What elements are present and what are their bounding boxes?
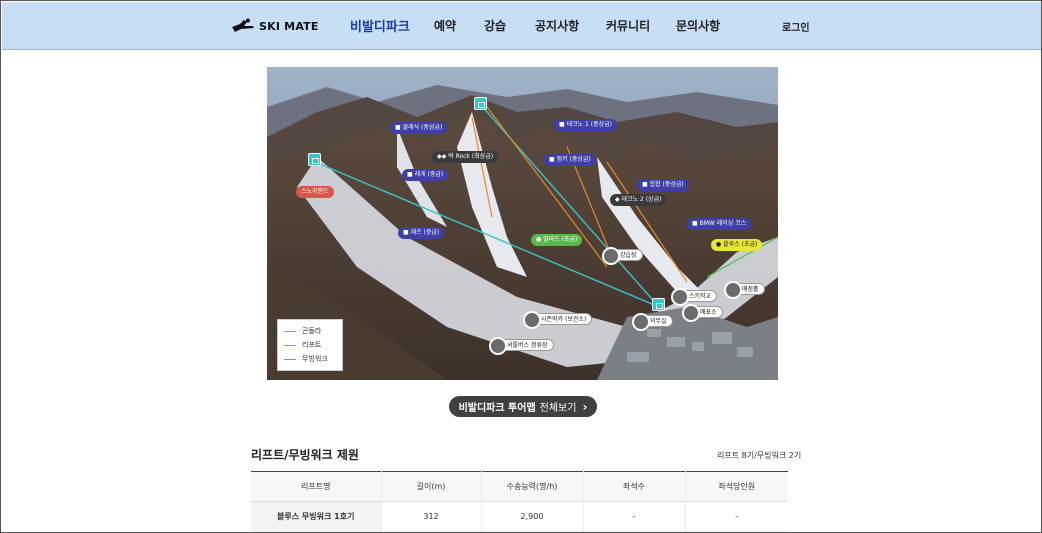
table-row: 블루스 무빙워크 1호기 312 2,900 - - [251,501,788,532]
cell-length: 312 [381,501,482,532]
legend-label-lift: 리프트 [302,341,322,349]
slope-label-hiphop[interactable]: ■ 힙합 (중상급) [637,179,689,191]
slope-label-blues[interactable]: ● 블루스 (초급) [711,239,763,251]
gondola-station-icon [652,298,665,311]
login-link[interactable]: 로그인 [782,19,810,34]
cell-persons-per-seat: - [735,512,739,521]
facility-pin-skischool[interactable]: 스키학교 [670,288,718,306]
tour-map-view-all-button[interactable]: 비발디파크 투어맵 전체보기 › [449,396,597,417]
nav-vivaldi-park[interactable]: 비발디파크 [350,16,410,35]
slope-label-bmw[interactable]: ■ BMW 레이싱 코스 [687,218,752,230]
slope-label-funky[interactable]: ■ 펑키 (중상급) [544,154,596,166]
column-header-length: 길이(m) [381,471,482,502]
nav-notice[interactable]: 공지사항 [535,17,579,34]
cell-lift-name: 블루스 무빙워크 1호기 [251,501,382,532]
slope-label-snowworld[interactable]: 스노위랜드 [296,186,334,198]
column-header-lift-name: 리프트명 [251,471,382,502]
facility-pin-season[interactable]: 시즌락카 (보관소) [522,311,593,329]
legend-label-moving-walk: 무빙워크 [302,355,328,363]
table-header-row: 리프트명 길이(m) 수송능력(명/h) 좌석수 좌석당인원 [251,471,788,502]
chevron-right-icon: › [582,399,588,414]
slope-label-techno2[interactable]: ◆ 테크노 2 (상급) [610,194,667,206]
lift-spec-table: 리프트명 길이(m) 수송능력(명/h) 좌석수 좌석당인원 블루스 무빙워크 … [251,471,788,532]
skier-logo-icon [232,18,254,32]
nav-inquiry[interactable]: 문의사항 [676,17,720,34]
legend-item-lift: 리프트 [284,338,336,352]
legend-line-gondola [284,330,296,332]
facility-pin-office[interactable]: 매표소 [682,304,723,322]
logo-text: SKI MATE [259,19,319,33]
top-navigation-bar: SKI MATE 비발디파크 예약 강습 공지사항 커뮤니티 문의사항 로그인 [2,2,1041,50]
page-frame: SKI MATE 비발디파크 예약 강습 공지사항 커뮤니티 문의사항 로그인 [0,0,1042,533]
gondola-station-icon [474,97,487,110]
nav-lesson[interactable]: 강습 [484,17,506,34]
nav-reservation[interactable]: 예약 [434,17,456,34]
lift-count-summary: 리프트 8기/무빙워크 2기 [717,451,802,460]
facility-pin-lesson[interactable]: 강습장 [602,247,643,265]
nav-community[interactable]: 커뮤니티 [606,17,650,34]
tour-button-light-label: 전체보기 [539,403,577,414]
legend-item-moving-walk: 무빙워크 [284,352,336,366]
map-legend: 곤돌라 리프트 무빙워크 [277,319,343,371]
slope-label-techno1[interactable]: ■ 테크노 1 (중상급) [554,119,618,131]
slope-label-rock[interactable]: ◆◆ 락 Rock (최상급) [432,151,499,163]
slope-label-jazz[interactable]: ■ 재즈 (중급) [398,227,445,239]
lift-spec-title: 리프트/무빙워크 제원 [251,448,359,462]
legend-line-moving-walk [284,358,296,360]
slope-label-classic[interactable]: ■ 클래식 (중상급) [390,122,448,134]
column-header-capacity: 수송능력(명/h) [481,471,584,502]
cell-capacity: 2,900 [481,501,584,532]
facility-pin-shuttle[interactable]: 셔틀버스 정류장 [489,337,554,355]
logo[interactable]: SKI MATE [231,16,319,36]
gondola-station-icon [308,153,321,166]
ski-resort-map: ■ 클래식 (중상급) ■ 테크노 1 (중상급) ◆◆ 락 Rock (최상급… [267,67,778,380]
cell-seats: - [583,501,686,532]
legend-label-gondola: 곤돌라 [302,327,322,335]
column-header-seats: 좌석수 [583,471,686,502]
facility-pin-medical[interactable]: 의무실 [632,313,673,331]
slope-label-reggae[interactable]: ■ 레게 (중급) [402,169,449,181]
tour-button-bold-label: 비발디파크 투어맵 [458,403,536,414]
facility-pin-extra[interactable]: 매점홀 [724,281,765,299]
legend-line-lift [284,344,296,346]
legend-item-gondola: 곤돌라 [284,324,336,338]
column-header-persons-per-seat: 좌석당인원 [718,482,756,491]
slope-label-ballad[interactable]: ● 발라드 (초급) [531,234,583,246]
